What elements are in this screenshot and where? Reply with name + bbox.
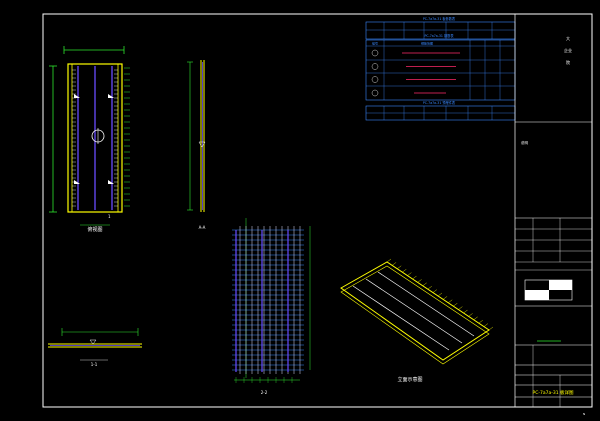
sheet-title: PC-7a7a-31 板详图 — [532, 389, 574, 396]
iso-tick — [407, 272, 412, 276]
plan-view: 1 俯视图 — [49, 46, 130, 233]
iso-tick — [437, 292, 443, 297]
iso-tick — [478, 320, 483, 324]
section-c-label: 2-2 — [261, 390, 268, 395]
plan-view-label: 俯视图 — [87, 226, 102, 233]
svg-text:PC-7a7a-31 板参数表: PC-7a7a-31 板参数表 — [423, 16, 456, 21]
section-a-label: A-A — [199, 225, 206, 230]
iso-view-label: 立面示意图 — [397, 376, 422, 383]
iso-tick — [386, 258, 392, 263]
iso-tick — [417, 279, 422, 283]
iso-tick — [463, 309, 468, 314]
rebar-table-middle: PC-7a7a-31 钢筋表 编号 钢筋简图 — [365, 33, 516, 101]
section-b-label: 1-1 — [91, 362, 98, 367]
iso-tick — [453, 303, 458, 307]
isometric-view: 立面示意图 — [340, 258, 494, 383]
iso-tick — [422, 282, 427, 286]
svg-text:PC-7a7a-31 预埋件表: PC-7a7a-31 预埋件表 — [423, 100, 456, 105]
cad-drawing: 1 俯视图 A-A 1-1 2-2 立面示意图 PC-7a7a-31 板参数表 … — [42, 13, 593, 416]
section-b-view: 1-1 — [48, 328, 142, 367]
iso-tick — [397, 265, 402, 269]
iso-tick — [483, 323, 489, 327]
section-a-view: A-A — [187, 60, 206, 230]
title-vertical-1: 大 — [566, 35, 570, 41]
title-vertical-2: 企业 — [564, 47, 572, 53]
iso-tick — [468, 313, 473, 317]
iso-tick — [442, 296, 448, 300]
svg-text:PC-7a7a-31 钢筋表: PC-7a7a-31 钢筋表 — [424, 33, 454, 38]
title-vertical-3: 院 — [566, 59, 570, 65]
corner-mark: N — [583, 412, 585, 416]
iso-tick — [391, 262, 397, 266]
rebar-layout-view: 2-2 — [232, 218, 311, 395]
iso-tick — [458, 306, 463, 310]
svg-text:1: 1 — [108, 214, 111, 219]
iso-tick — [448, 299, 453, 303]
embed-table-bottom: PC-7a7a-31 预埋件表 — [365, 100, 516, 121]
iso-tick — [427, 286, 432, 290]
svg-text:编号: 编号 — [372, 41, 378, 46]
iso-tick — [473, 316, 478, 320]
title-block: 大 企业 院 说明 PC-7a7a-31 板详图 N — [514, 14, 592, 416]
iso-tick — [402, 269, 407, 273]
svg-text:钢筋简图: 钢筋简图 — [421, 41, 433, 46]
note-label: 说明 — [521, 140, 529, 145]
iso-tick — [432, 289, 438, 293]
iso-tick — [488, 326, 494, 331]
iso-tick — [412, 275, 417, 280]
